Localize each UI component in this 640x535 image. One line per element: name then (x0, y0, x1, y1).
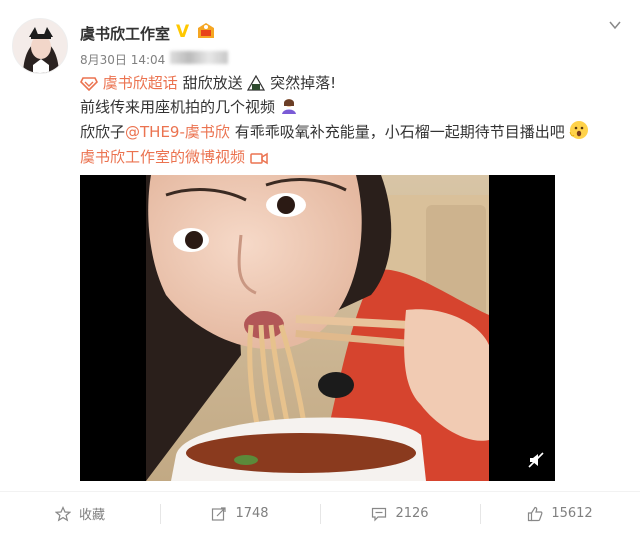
avatar[interactable] (12, 18, 68, 74)
super-topic-link[interactable]: 虞书欣超话 (103, 74, 178, 92)
like-button[interactable]: 15612 (480, 492, 640, 535)
weibo-post-card: 虞书欣工作室 V 8月30日 14:04 虞书欣超话 甜欣放送 突然掉落! 前线… (0, 0, 640, 535)
post-text-fragment: 欣欣子 (80, 123, 126, 141)
author-name[interactable]: 虞书欣工作室 (80, 23, 170, 44)
favorite-button[interactable]: 收藏 (0, 492, 160, 535)
comment-button[interactable]: 2126 (320, 492, 480, 535)
comment-icon (372, 507, 387, 521)
comment-count: 2126 (395, 506, 429, 521)
repost-button[interactable]: 1748 (160, 492, 320, 535)
post-text-line-4: 虞书欣工作室的微博视频 (80, 145, 620, 169)
star-icon (54, 505, 71, 521)
svg-text:V: V (176, 22, 190, 40)
verified-icon: V (176, 22, 190, 40)
post-text-line-3: 欣欣子@THE9-虞书欣 有乖乖吸氧补充能量，小石榴一起期待节目播出吧 (80, 120, 620, 144)
rice-ball-emoji-icon (247, 75, 266, 91)
action-bar: 收藏 1748 2126 15612 (0, 492, 640, 535)
post-text-fragment: 甜欣放送 (182, 74, 243, 92)
post-text-fragment: 前线传来用座机拍的几个视频 (80, 98, 276, 116)
post-date[interactable]: 8月30日 14:04 (80, 51, 165, 68)
chevron-down-icon[interactable] (608, 18, 622, 32)
mention-link[interactable]: @THE9-虞书欣 (125, 123, 230, 141)
blurred-source (170, 51, 228, 64)
weibo-video-link[interactable]: 虞书欣工作室的微博视频 (80, 148, 245, 166)
video-camera-icon (250, 152, 268, 165)
mute-icon[interactable] (527, 451, 545, 469)
super-topic-icon (80, 77, 98, 91)
like-count: 15612 (551, 506, 593, 521)
thumbs-up-icon (528, 506, 543, 521)
post-text-line-1: 虞书欣超话 甜欣放送 突然掉落! (80, 71, 620, 95)
repost-icon (212, 506, 227, 521)
video-frame-image (146, 175, 489, 481)
video-player[interactable] (80, 175, 555, 481)
post-text-fragment: 有乖乖吸氧补充能量，小石榴一起期待节目播出吧 (234, 123, 565, 141)
favorite-label: 收藏 (78, 508, 105, 523)
repost-count: 1748 (235, 506, 269, 521)
post-text-fragment: 突然掉落! (270, 74, 337, 92)
post-text-line-2: 前线传来用座机拍的几个视频 (80, 95, 620, 119)
member-badge-icon[interactable] (196, 22, 216, 40)
person-emoji-icon (281, 99, 296, 114)
surprised-face-emoji-icon (570, 121, 589, 139)
